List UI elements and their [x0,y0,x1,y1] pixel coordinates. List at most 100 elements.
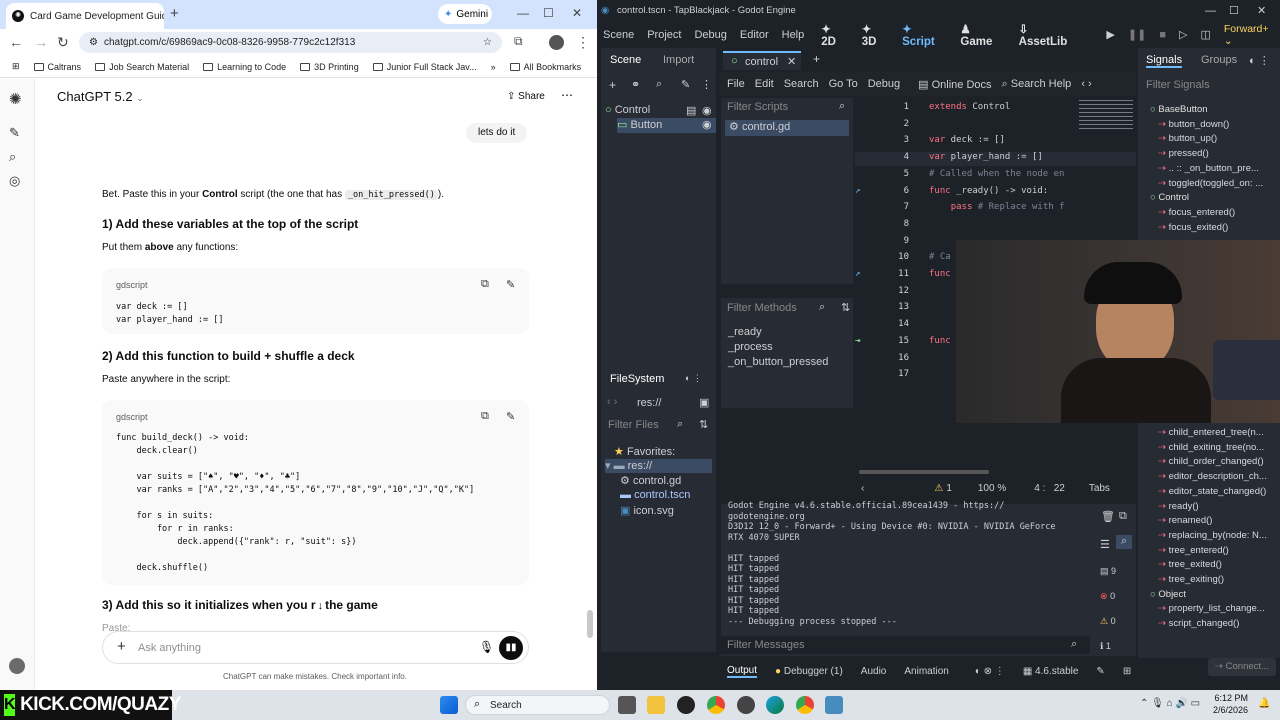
filesystem-tab[interactable]: FileSystem [610,373,664,385]
all-bookmarks[interactable]: All Bookmarks [509,62,581,72]
script-menu-edit[interactable]: Edit [755,78,774,90]
signal-item[interactable]: ⇢ pressed() [1158,148,1209,159]
menu-scene[interactable]: Scene [603,29,634,41]
scene-menu-icon[interactable]: ⋮ [701,78,712,91]
method-item[interactable]: _ready [728,326,762,338]
new-chat-icon[interactable]: ✎ [9,125,20,141]
filter-methods-input[interactable]: Filter Methods [727,302,797,314]
online-docs-button[interactable]: ▤ Online Docs [918,78,991,91]
signal-item[interactable]: ⇢ editor_state_changed() [1158,486,1266,497]
play-icon[interactable]: ▶ [1106,28,1114,41]
override-arrow-icon[interactable]: ↗ [855,186,860,196]
method-item[interactable]: _process [728,341,773,353]
menu-debug[interactable]: Debug [694,29,726,41]
code-line[interactable]: 8 [855,219,1136,233]
menu-help[interactable]: Help [782,29,805,41]
script-menu-file[interactable]: File [727,78,745,90]
browser-tab[interactable]: ✺ Card Game Development Guid ✕ [6,3,164,29]
file-icon-svg[interactable]: ▣ icon.svg [620,504,674,517]
dock-options-icon[interactable]: ◐ ⋮ [1249,54,1270,67]
scroll-down-icon[interactable]: ↓ [318,600,324,612]
visibility-icon[interactable]: ◉ [702,118,712,131]
signal-item[interactable]: ⇢ tree_exiting() [1158,574,1224,585]
notifications-icon[interactable]: 🔔 [1258,698,1270,709]
signal-item[interactable]: ⇢ toggled(toggled_on: ... [1158,178,1263,189]
signal-item[interactable]: ⇢ script_changed() [1158,618,1239,629]
bottom-options-icon[interactable]: ◐ ⊗ ⋮ [975,666,1005,677]
more-bookmarks-icon[interactable]: » [491,62,496,72]
pause-icon[interactable]: ❚❚ [1128,28,1146,41]
filter-icon[interactable]: ⌕ [656,78,662,91]
microphone-icon[interactable]: 🎙 [479,640,494,654]
collapse-icon[interactable]: ☰ [1100,538,1110,551]
new-tab-icon[interactable]: + [170,5,179,22]
signal-item[interactable]: ○ BaseButton [1150,104,1208,115]
prompt-input[interactable]: + Ask anything 🎙 ▮▮ [102,631,529,664]
edge-icon[interactable] [766,696,784,714]
horizontal-scrollbar[interactable] [859,470,989,474]
github-icon[interactable] [677,696,695,714]
tab-animation[interactable]: Animation [904,666,948,677]
history-arrows-icon[interactable]: ‹ › [1081,78,1091,90]
menu-project[interactable]: Project [647,29,681,41]
bookmark-learning[interactable]: Learning to Code [203,62,286,72]
gemini-button[interactable]: ✦ Gemini [438,4,492,24]
play-scene-icon[interactable]: ▷ [1179,28,1187,41]
search-icon[interactable]: ⌕ [9,149,16,165]
signal-item[interactable]: ⇢ ready() [1158,501,1199,512]
file-control-gd[interactable]: ⚙ control.gd [620,474,681,487]
code-line[interactable]: 3 var deck := [] [855,135,1136,149]
signal-item[interactable]: ⇢ renamed() [1158,515,1212,526]
bookmark-job-search[interactable]: Job Search Material [95,62,189,72]
workspace-script[interactable]: ✦ Script [902,22,947,48]
tab-debugger[interactable]: ● Debugger (1) [775,666,843,677]
workspace-assetlib[interactable]: ⇩ AssetLib [1019,22,1080,48]
tab-audio[interactable]: Audio [861,666,887,677]
tray-icons[interactable]: ⌃ 🎙 ⌂ 🔊 ▭ [1140,698,1200,709]
override-arrow-icon[interactable]: ↗ [855,269,860,279]
scrollbar[interactable] [587,610,593,638]
method-item[interactable]: _on_button_pressed [728,356,828,368]
filter-signals-input[interactable]: Filter Signals [1146,79,1210,91]
workspace-3d[interactable]: ✦ 3D [862,22,889,48]
pin-icon[interactable]: ✎ [1096,666,1104,677]
chrome-menu-icon[interactable]: ⋮ [576,34,590,51]
user-avatar[interactable] [9,658,25,674]
message-filter[interactable]: ℹ 1 [1100,641,1111,652]
minimize-icon[interactable]: — [517,6,529,20]
zoom-level[interactable]: 100 % [978,483,1006,494]
bookmark-star-icon[interactable]: ☆ [483,37,492,48]
extensions-icon[interactable]: ⧉ [514,34,523,49]
stop-icon[interactable]: ■ [1159,29,1166,41]
close-window-icon[interactable]: ✕ [572,6,582,20]
address-bar[interactable]: ⚙ chatgpt.com/c/69869ac9-0c08-8326-9958-… [79,32,502,53]
signal-item[interactable]: ○ Control [1150,192,1189,203]
minimize-icon[interactable]: — [1205,5,1216,17]
signal-item[interactable]: ⇢ property_list_change... [1158,603,1265,614]
attach-icon[interactable]: + [117,638,126,655]
close-window-icon[interactable]: ✕ [1257,4,1266,17]
chrome-icon[interactable] [707,696,725,714]
sort-icon[interactable]: ⇅ [841,301,850,314]
library-icon[interactable]: ◎ [9,173,20,189]
more-options-icon[interactable]: ⋯ [561,88,573,102]
profile-avatar[interactable] [549,35,564,50]
back-icon[interactable]: ← [9,34,23,50]
connect-button[interactable]: ⇢ Connect... [1208,658,1276,676]
windows-start-icon[interactable] [440,696,458,714]
script-menu-goto[interactable]: Go To [829,78,858,90]
signal-connection-icon[interactable]: ⇥ [855,336,860,346]
reload-icon[interactable]: ↻ [57,34,69,51]
attach-script-icon[interactable]: ✎ [681,78,690,91]
maximize-icon[interactable]: ☐ [1229,4,1239,17]
bookmark-junior[interactable]: Junior Full Stack Jav... [372,62,477,72]
tab-output[interactable]: Output [727,665,758,678]
copy-icon[interactable]: ⧉ [481,278,489,291]
workspace-2d[interactable]: ✦ 2D [821,22,848,48]
clock-date[interactable]: 2/6/2026 [1203,705,1248,715]
res-root-folder[interactable]: ▾ ▬ res:// [605,459,712,473]
script-list-item[interactable]: ⚙ control.gd [725,120,849,136]
signal-item[interactable]: ⇢ child_entered_tree(n... [1158,427,1264,438]
add-node-icon[interactable]: + [609,78,616,92]
search-help-button[interactable]: ⌕ Search Help [1002,78,1072,91]
